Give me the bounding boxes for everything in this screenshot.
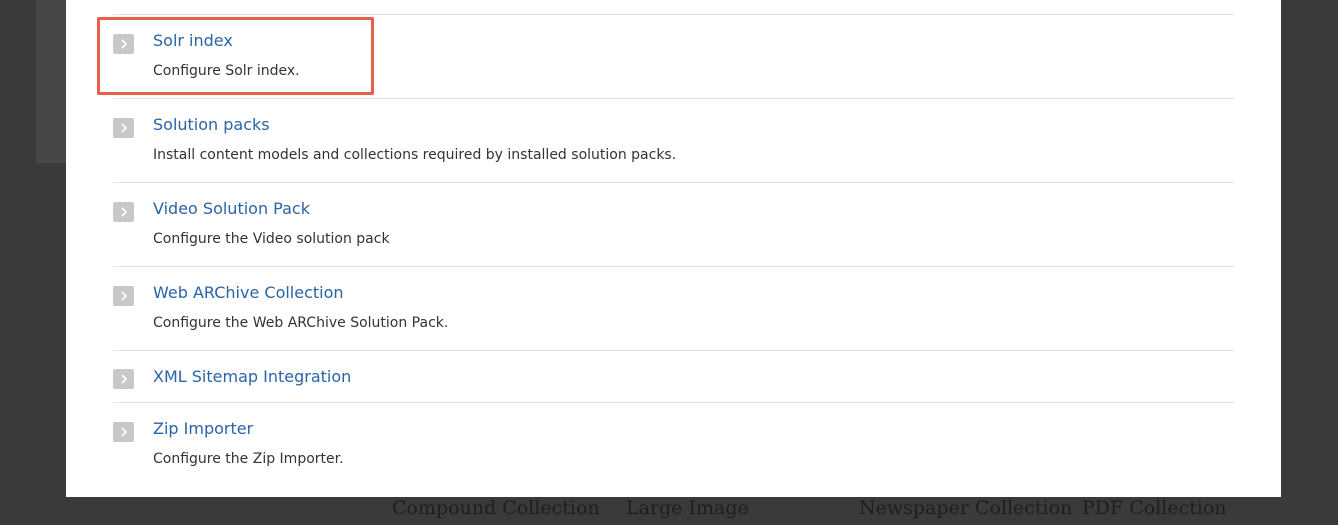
admin-item-video-solution-pack: Video Solution Pack Configure the Video … [113, 183, 1234, 267]
chevron-right-icon[interactable] [113, 369, 134, 389]
admin-item-description: Configure the Zip Importer. [153, 451, 344, 467]
admin-item-link[interactable]: Solution packs [153, 115, 270, 134]
admin-item-link[interactable]: Zip Importer [153, 419, 253, 438]
chevron-right-icon[interactable] [113, 202, 134, 222]
background-collection-row: Compound Collection Large Image Newspape… [0, 497, 1338, 525]
admin-item-solution-packs: Solution packs Install content models an… [113, 99, 1234, 183]
background-collection-label: PDF Collection [1082, 497, 1227, 519]
chevron-right-icon[interactable] [113, 118, 134, 138]
admin-item-description: Configure the Web ARChive Solution Pack. [153, 315, 449, 331]
admin-item-link[interactable]: Web ARChive Collection [153, 283, 344, 302]
background-collection-label: Newspaper Collection [859, 497, 1073, 519]
admin-item-zip-importer: Zip Importer Configure the Zip Importer. [113, 403, 1234, 487]
background-collection-label: Large Image [626, 497, 749, 519]
highlight-box [97, 17, 374, 95]
admin-item-link[interactable]: Video Solution Pack [153, 199, 310, 218]
admin-item-xml-sitemap-integration: XML Sitemap Integration [113, 351, 1234, 403]
background-collection-label: Compound Collection [392, 497, 600, 519]
admin-item-description: Install content models and collections r… [153, 147, 677, 163]
admin-item-web-archive-collection: Web ARChive Collection Configure the Web… [113, 267, 1234, 351]
chevron-right-icon[interactable] [113, 286, 134, 306]
chevron-right-icon[interactable] [113, 422, 134, 442]
admin-item-description: Configure the Video solution pack [153, 231, 390, 247]
admin-item-link[interactable]: XML Sitemap Integration [153, 367, 351, 386]
